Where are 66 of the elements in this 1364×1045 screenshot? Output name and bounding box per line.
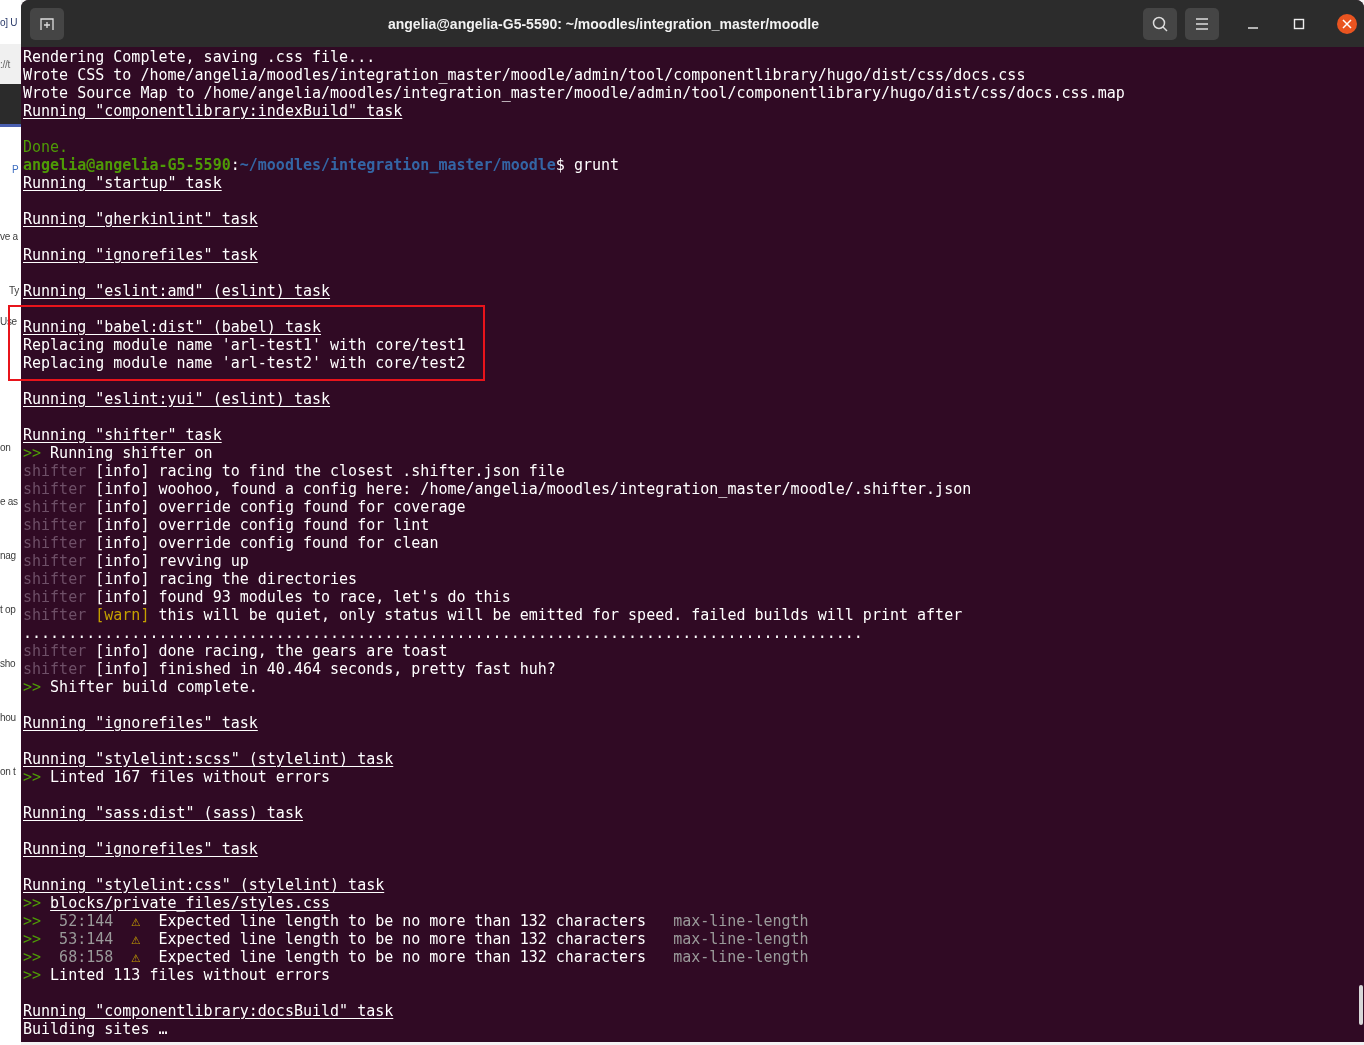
terminal-line: shifter [info] revving up <box>23 552 249 570</box>
terminal-line: Wrote CSS to /home/angelia/moodles/integration_master/moodle/admin/tool/componentlibrary/hugo/dist/css/docs.css <box>23 66 1026 84</box>
terminal-line: Running "eslint:amd" (eslint) task <box>23 282 331 300</box>
terminal-line: Running "sass:dist" (sass) task <box>23 804 303 822</box>
terminal-line: >> blocks/private_files/styles.css <box>23 894 331 912</box>
maximize-icon <box>1293 17 1305 30</box>
terminal-line: Rendering Complete, saving .css file... <box>23 48 376 66</box>
minimize-icon <box>1248 26 1258 29</box>
search-icon <box>1151 14 1169 33</box>
terminal-line: shifter [info] done racing, the gears are toast <box>23 642 448 660</box>
terminal-line: Running "stylelint:scss" (stylelint) task <box>23 750 394 768</box>
terminal-line: Wrote Source Map to /home/angelia/moodles/integration_master/moodle/admin/tool/componentlibrary/hugo/dist/css/docs.css.map <box>23 84 1125 102</box>
background-text: hou <box>0 711 17 725</box>
terminal-line: Running "componentlibrary:indexBuild" task <box>23 102 403 120</box>
scrollbar-thumb[interactable] <box>1359 985 1363 1025</box>
background-text: P <box>11 163 20 177</box>
background-text: t op <box>0 603 17 617</box>
terminal-line: shifter [info] racing to find the closest .shifter.json file <box>23 462 565 480</box>
terminal-line: >> Running shifter on <box>23 444 213 462</box>
terminal-line: >> 68:158 ⚠ Expected line length to be no more than 132 characters max-line-length <box>23 948 809 966</box>
terminal-line: Replacing module name 'arl-test1' with core/test1 <box>23 336 466 354</box>
terminal-line: Done. <box>23 138 69 156</box>
terminal-line: >> 53:144 ⚠ Expected line length to be no more than 132 characters max-line-length <box>23 930 809 948</box>
terminal-line: shifter [info] override config found for coverage <box>23 498 466 516</box>
background-text: on t <box>0 765 17 779</box>
terminal-line: Running "eslint:yui" (eslint) task <box>23 390 331 408</box>
terminal-line: >> 52:144 ⚠ Expected line length to be no more than 132 characters max-line-length <box>23 912 809 930</box>
terminal-line: Running "startup" task <box>23 174 222 192</box>
menu-icon <box>1194 16 1210 31</box>
background-text: sho <box>0 657 17 671</box>
terminal-line: >> Linted 167 files without errors <box>23 768 331 786</box>
terminal-line: angelia@angelia-G5-5590:~/moodles/integration_master/moodle$ grunt <box>23 156 620 174</box>
new-tab-button[interactable] <box>30 7 64 40</box>
terminal-line: Running "ignorefiles" task <box>23 714 258 732</box>
terminal-line: >> Linted 113 files without errors <box>23 966 331 984</box>
menu-button[interactable] <box>1185 7 1219 40</box>
terminal-line: ............................................................................................. <box>23 624 863 642</box>
background-text: nag <box>0 549 17 563</box>
terminal-line: shifter [info] found 93 modules to race, let's do this <box>23 588 511 606</box>
terminal-line: Running "componentlibrary:docsBuild" task <box>23 1002 394 1020</box>
terminal-line: >> Shifter build complete. <box>23 678 258 696</box>
terminal-line: shifter [info] racing the directories <box>23 570 358 588</box>
terminal-line: Running "ignorefiles" task <box>23 840 258 858</box>
background-text: o] U <box>0 16 19 30</box>
terminal-line: shifter [info] override config found for clean <box>23 534 439 552</box>
terminal-line: shifter [info] override config found for lint <box>23 516 430 534</box>
new-tab-icon <box>39 15 55 32</box>
close-icon <box>1342 18 1352 29</box>
terminal-line: Building sites … <box>23 1020 168 1038</box>
background-text: on <box>0 441 12 455</box>
terminal-line: Running "gherkinlint" task <box>23 210 258 228</box>
terminal-line: shifter [info] woohoo, found a config here: /home/angelia/moodles/integration_master/moodle/.shifter.json <box>23 480 972 498</box>
terminal-line: Running "stylelint:css" (stylelint) task <box>23 876 385 894</box>
terminal-line: shifter [warn] this will be quiet, only status will be emitted for speed. failed builds will print after <box>23 606 963 624</box>
background-text: e as <box>0 495 19 509</box>
terminal-line: Running "babel:dist" (babel) task <box>23 318 321 336</box>
background-text: ://t <box>0 58 11 72</box>
terminal-line: Replacing module name 'arl-test2' with core/test2 <box>23 354 466 372</box>
terminal-line: Running "ignorefiles" task <box>23 246 258 264</box>
search-button[interactable] <box>1143 7 1177 40</box>
background-text: ve a <box>0 230 19 244</box>
background-text: Ty <box>8 284 20 298</box>
window-title: angelia@angelia-G5-5590: ~/moodles/integration_master/moodle <box>386 15 821 32</box>
terminal-line: shifter [info] finished in 40.464 seconds, pretty fast huh? <box>23 660 556 678</box>
terminal-line: Running "shifter" task <box>23 426 222 444</box>
close-button[interactable] <box>1337 13 1357 34</box>
